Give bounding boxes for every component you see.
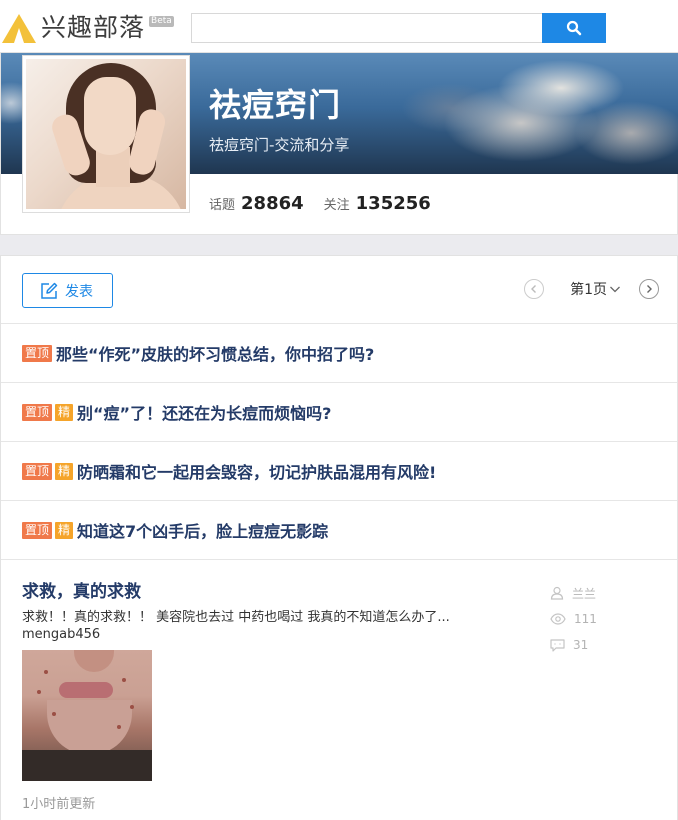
- post-title[interactable]: 求救，真的求救: [22, 577, 141, 602]
- tribe-stats: 话题 28864 关注 135256: [209, 193, 451, 214]
- logo[interactable]: 兴趣部落 Beta: [2, 12, 174, 44]
- top-bar: 兴趣部落 Beta: [0, 0, 678, 52]
- chevron-right-icon: [647, 285, 652, 293]
- post-author[interactable]: mengab456: [22, 627, 100, 642]
- post-excerpt: 求救！！真的求救！！ 美容院也去过 中药也喝过 我真的不知道怎么办了...: [22, 610, 450, 625]
- chevron-down-icon: [610, 286, 620, 293]
- pinned-topic[interactable]: 置顶 精 防晒霜和它一起用会毁容，切记护肤品混用有风险!: [1, 442, 677, 501]
- topic-title[interactable]: 别“痘”了！还还在为长痘而烦恼吗?: [77, 400, 331, 424]
- pinned-tag: 置顶: [22, 403, 53, 421]
- pinned-topic[interactable]: 置顶 精 知道这7个凶手后，脸上痘痘无影踪: [1, 501, 677, 560]
- list-toolbar: 发表 第1页: [1, 256, 677, 324]
- topics-label: 话题: [209, 198, 236, 213]
- logo-text: 兴趣部落: [41, 13, 146, 42]
- comment-icon: [550, 638, 565, 652]
- eye-icon: [550, 613, 566, 625]
- post-meta: 兰兰 111 31: [550, 580, 597, 658]
- comment-count: 31: [573, 638, 589, 652]
- meta-user: 兰兰: [550, 580, 597, 606]
- featured-tag: 精: [55, 403, 74, 421]
- tribe-header: 祛痘窍门 祛痘窍门-交流和分享 话题 28864 关注 135256: [0, 52, 678, 235]
- post-button-label: 发表: [65, 283, 93, 300]
- post-updated-time: 1小时前更新: [22, 797, 96, 812]
- beta-badge: Beta: [149, 16, 174, 27]
- search-input[interactable]: [191, 13, 543, 43]
- post-button[interactable]: 发表: [22, 273, 113, 308]
- follow-label: 关注: [323, 198, 350, 213]
- meta-user-name: 兰兰: [572, 586, 597, 601]
- prev-page-button[interactable]: [524, 279, 545, 299]
- post-image[interactable]: [22, 650, 152, 781]
- tribe-name: 祛痘窍门: [209, 86, 342, 124]
- pager: 第1页: [524, 279, 659, 299]
- topic-title[interactable]: 知道这7个凶手后，脸上痘痘无影踪: [77, 518, 328, 542]
- page-label: 第1页: [570, 282, 607, 298]
- chevron-left-icon: [531, 285, 537, 293]
- page-select[interactable]: 第1页: [570, 279, 621, 299]
- pinned-tag: 置顶: [22, 344, 53, 362]
- pinned-topic[interactable]: 置顶 那些“作死”皮肤的坏习惯总结，你中招了吗?: [1, 324, 677, 383]
- pinned-tag: 置顶: [22, 521, 53, 539]
- pinned-topic[interactable]: 置顶 精 别“痘”了！还还在为长痘而烦恼吗?: [1, 383, 677, 442]
- topics-count: 28864: [241, 193, 304, 214]
- topic-title[interactable]: 防晒霜和它一起用会毁容，切记护肤品混用有风险!: [77, 459, 436, 483]
- search-button[interactable]: [542, 13, 606, 43]
- search-icon: [566, 20, 582, 36]
- logo-tent-icon: [2, 14, 36, 43]
- view-count: 111: [574, 612, 597, 626]
- featured-tag: 精: [55, 462, 74, 480]
- pinned-tag: 置顶: [22, 462, 53, 480]
- user-icon: [550, 586, 564, 600]
- follow-count: 135256: [355, 193, 431, 214]
- topic-list: 发表 第1页 置顶 那些“作死”皮肤的坏习惯总结，你中招了吗? 置顶 精 别“痘…: [0, 255, 678, 820]
- tribe-subtitle: 祛痘窍门-交流和分享: [209, 136, 350, 154]
- next-page-button[interactable]: [639, 279, 659, 299]
- edit-icon: [41, 282, 58, 299]
- featured-tag: 精: [55, 521, 74, 539]
- meta-views: 111: [550, 606, 597, 632]
- avatar-image: [26, 59, 186, 209]
- post-item[interactable]: 求救，真的求救 求救！！真的求救！！ 美容院也去过 中药也喝过 我真的不知道怎么…: [1, 560, 677, 819]
- meta-comments: 31: [550, 632, 597, 658]
- tribe-avatar[interactable]: [22, 55, 190, 213]
- topic-title[interactable]: 那些“作死”皮肤的坏习惯总结，你中招了吗?: [56, 341, 374, 365]
